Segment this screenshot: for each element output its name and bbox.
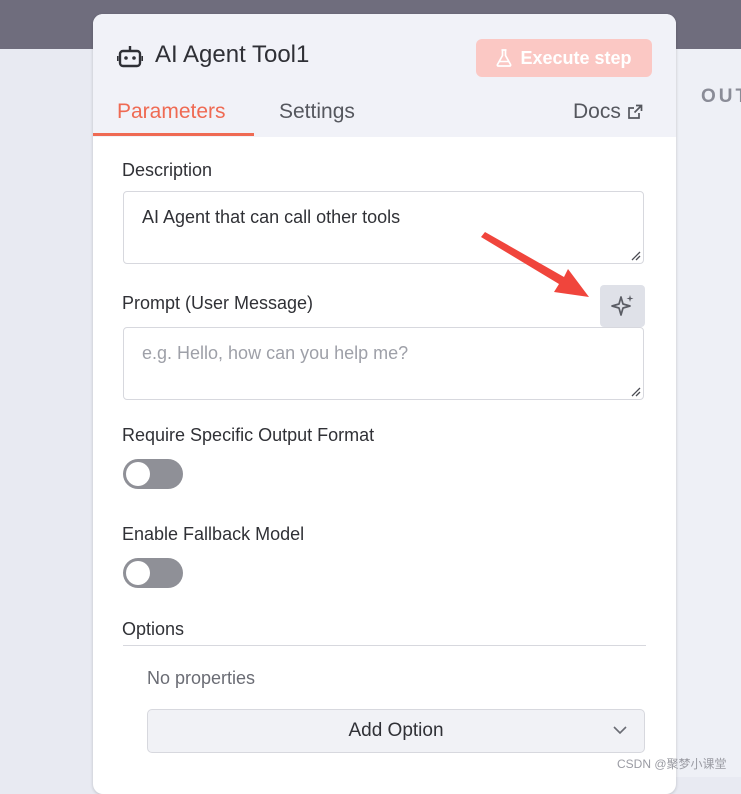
node-title[interactable]: AI Agent Tool1 [155, 41, 309, 69]
prompt-input[interactable]: e.g. Hello, how can you help me? [123, 327, 644, 400]
external-link-icon [628, 104, 643, 119]
output-format-label: Require Specific Output Format [122, 425, 375, 445]
prompt-placeholder: e.g. Hello, how can you help me? [142, 343, 409, 363]
prompt-label: Prompt (User Message) [122, 293, 314, 313]
tab-parameters[interactable]: Parameters [117, 100, 226, 124]
output-pane-background [676, 49, 741, 777]
toggle-knob [126, 462, 150, 486]
resize-handle-icon[interactable] [629, 385, 641, 397]
chevron-down-icon [613, 726, 627, 735]
fallback-model-label: Enable Fallback Model [122, 524, 305, 544]
add-option-label: Add Option [348, 720, 444, 741]
tab-settings[interactable]: Settings [279, 100, 355, 124]
description-input[interactable]: AI Agent that can call other tools [123, 191, 644, 264]
robot-icon [117, 46, 143, 68]
resize-handle-icon[interactable] [629, 249, 641, 261]
active-tab-indicator [93, 133, 254, 136]
output-pane-label: OUT [701, 86, 741, 107]
flask-icon [496, 49, 512, 67]
execute-step-button[interactable]: Execute step [476, 39, 652, 77]
ai-assist-button[interactable] [600, 285, 645, 327]
sparkles-icon [610, 295, 633, 316]
node-parameters-panel: AI Agent Tool1 Execute step Parameters S… [93, 14, 676, 794]
output-format-toggle[interactable] [123, 459, 183, 489]
add-option-dropdown[interactable]: Add Option [147, 709, 645, 753]
docs-link[interactable]: Docs [573, 100, 643, 124]
docs-label: Docs [573, 100, 621, 123]
fallback-model-toggle[interactable] [123, 558, 183, 588]
execute-step-label: Execute step [520, 47, 632, 68]
description-value: AI Agent that can call other tools [142, 207, 401, 227]
options-divider [123, 645, 646, 646]
description-label: Description [122, 160, 213, 180]
toggle-knob [126, 561, 150, 585]
no-properties-text: No properties [147, 668, 256, 688]
watermark: CSDN @聚梦小课堂 [617, 757, 727, 771]
options-label: Options [122, 619, 185, 639]
